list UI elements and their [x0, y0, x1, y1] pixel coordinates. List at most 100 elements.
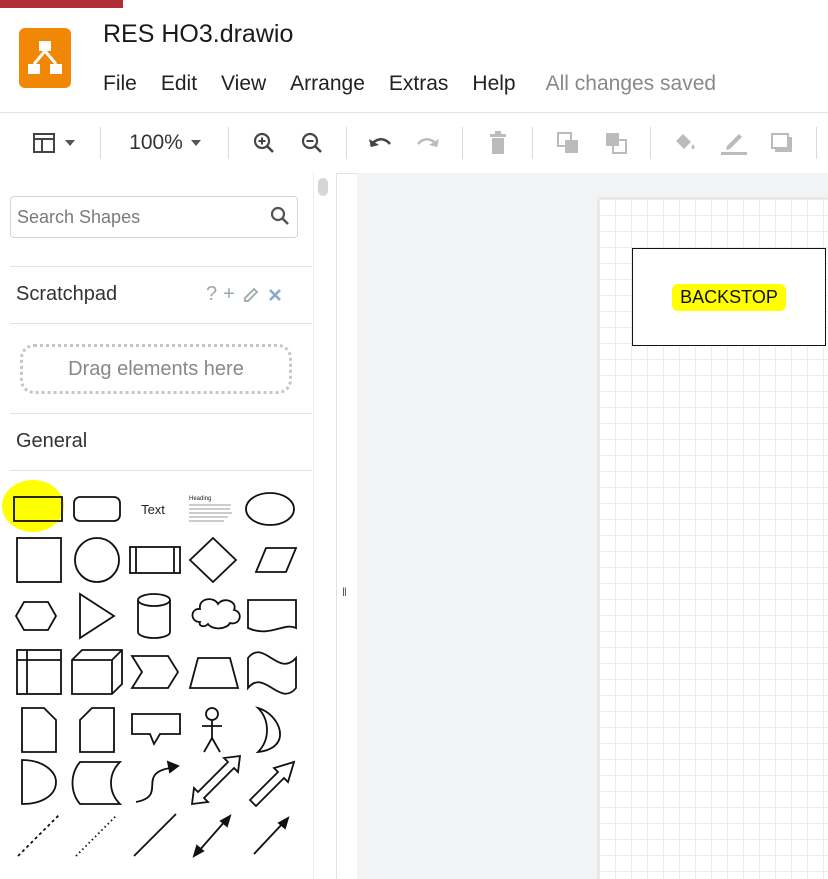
sidebar-scrollbar[interactable]	[313, 173, 336, 879]
shape-hexagon[interactable]	[14, 601, 58, 631]
shape-data-storage[interactable]	[71, 761, 123, 805]
toolbar-divider	[650, 127, 651, 159]
scratchpad-heading[interactable]: Scratchpad	[16, 283, 117, 306]
delete-button[interactable]	[482, 113, 514, 173]
diagram-node-backstop[interactable]: BACKSTOP	[632, 248, 826, 346]
shape-dashed-line[interactable]	[17, 813, 61, 857]
search-icon[interactable]	[269, 205, 291, 227]
shape-textbox[interactable]: Heading	[189, 496, 232, 522]
save-status: All changes saved	[545, 72, 717, 95]
shape-dotted-line[interactable]	[75, 815, 117, 857]
scratchpad-drop-zone[interactable]: Drag elements here	[20, 344, 292, 394]
document-title[interactable]: RES HO3.drawio	[103, 20, 293, 49]
to-back-button[interactable]	[600, 113, 632, 173]
menu-file[interactable]: File	[103, 72, 137, 98]
shape-directional-connector[interactable]	[253, 816, 290, 855]
menu-view[interactable]: View	[221, 72, 266, 98]
redo-icon	[417, 138, 439, 147]
general-heading[interactable]: General	[16, 430, 87, 453]
toolbar-divider	[228, 127, 229, 159]
shape-ellipse[interactable]	[245, 492, 295, 526]
shape-callout[interactable]	[131, 713, 181, 747]
diagram-node-label: BACKSTOP	[672, 283, 786, 311]
zoom-level: 100%	[129, 131, 183, 154]
shape-cylinder[interactable]	[137, 593, 171, 639]
sidebar-scrollbar-thumb[interactable]	[318, 178, 328, 196]
shadow-button[interactable]	[766, 113, 798, 173]
toolbar: 100%	[0, 112, 828, 174]
shape-square[interactable]	[16, 537, 62, 583]
chevron-down-icon	[190, 140, 201, 146]
shape-curved-arrow[interactable]	[135, 760, 180, 803]
shape-circle[interactable]	[74, 537, 120, 583]
shape-and[interactable]	[21, 759, 57, 805]
search-shapes-box	[10, 196, 298, 238]
shape-parallelogram[interactable]	[254, 547, 298, 573]
shape-cloud[interactable]	[191, 598, 241, 630]
add-icon[interactable]: +	[223, 283, 235, 306]
delete-icon	[490, 131, 506, 154]
format-panel-icon	[33, 133, 55, 153]
toolbar-divider	[100, 127, 101, 159]
scratchpad-tools: ? +	[206, 283, 283, 306]
zoom-out-button[interactable]	[296, 113, 328, 173]
toolbar-divider	[816, 127, 817, 159]
shape-cube[interactable]	[71, 649, 123, 695]
redo-button[interactable]	[412, 113, 444, 173]
section-divider	[10, 323, 312, 324]
shape-trapezoid[interactable]	[188, 657, 240, 689]
edit-icon[interactable]	[241, 285, 261, 305]
section-divider	[10, 266, 312, 267]
zoom-in-button[interactable]	[248, 113, 280, 173]
zoom-out-icon	[301, 132, 322, 153]
panel-resize-handle[interactable]: ‖	[342, 585, 347, 599]
fill-color-button[interactable]	[668, 113, 700, 173]
shape-or[interactable]	[254, 706, 281, 754]
shadow-icon	[771, 133, 792, 152]
drawio-logo-icon	[19, 28, 71, 88]
shape-process[interactable]	[129, 546, 181, 574]
toolbar-divider	[462, 127, 463, 159]
menu-help[interactable]: Help	[472, 72, 515, 98]
section-divider	[10, 413, 312, 414]
close-icon[interactable]	[267, 287, 283, 303]
shape-text[interactable]: Text	[141, 502, 165, 517]
menu-edit[interactable]: Edit	[161, 72, 197, 98]
zoom-dropdown[interactable]: 100%	[118, 113, 212, 173]
shape-textbox-heading: Heading	[189, 496, 211, 502]
window-accent-strip	[0, 0, 123, 8]
zoom-in-icon	[253, 132, 274, 153]
line-color-button[interactable]	[716, 113, 752, 173]
to-front-button[interactable]	[552, 113, 584, 173]
shape-arrow[interactable]	[248, 760, 296, 808]
search-shapes-input[interactable]	[17, 197, 257, 237]
shape-triangle[interactable]	[79, 592, 116, 640]
menu-bar: File Edit View Arrange Extras Help All c…	[103, 72, 716, 98]
shape-line[interactable]	[133, 813, 177, 857]
menu-arrange[interactable]: Arrange	[290, 72, 365, 98]
shape-step[interactable]	[130, 655, 180, 689]
to-front-icon	[557, 132, 578, 153]
toolbar-divider	[532, 127, 533, 159]
menu-extras[interactable]: Extras	[389, 72, 449, 98]
help-icon[interactable]: ?	[206, 283, 217, 306]
shape-internal-storage[interactable]	[16, 649, 62, 695]
shape-card[interactable]	[79, 707, 115, 753]
shape-rounded-rectangle[interactable]	[73, 496, 121, 522]
chevron-down-icon	[65, 140, 75, 146]
shape-palette-svg: Text Heading	[2, 480, 298, 858]
undo-icon	[369, 138, 391, 147]
line-color-icon	[721, 134, 747, 155]
shape-document[interactable]	[247, 599, 297, 633]
shape-tape[interactable]	[247, 651, 297, 695]
selection-highlight	[2, 480, 64, 532]
shape-bidirectional-connector[interactable]	[192, 814, 232, 858]
shape-bidirectional-arrow[interactable]	[190, 754, 242, 806]
shape-note[interactable]	[21, 707, 57, 753]
shape-diamond[interactable]	[188, 536, 238, 584]
format-panel-button[interactable]	[24, 113, 82, 173]
shape-actor[interactable]	[202, 707, 222, 753]
shape-sidebar: Scratchpad ? + Drag elements here Genera…	[0, 173, 337, 879]
fill-color-icon	[676, 134, 695, 149]
undo-button[interactable]	[364, 113, 396, 173]
